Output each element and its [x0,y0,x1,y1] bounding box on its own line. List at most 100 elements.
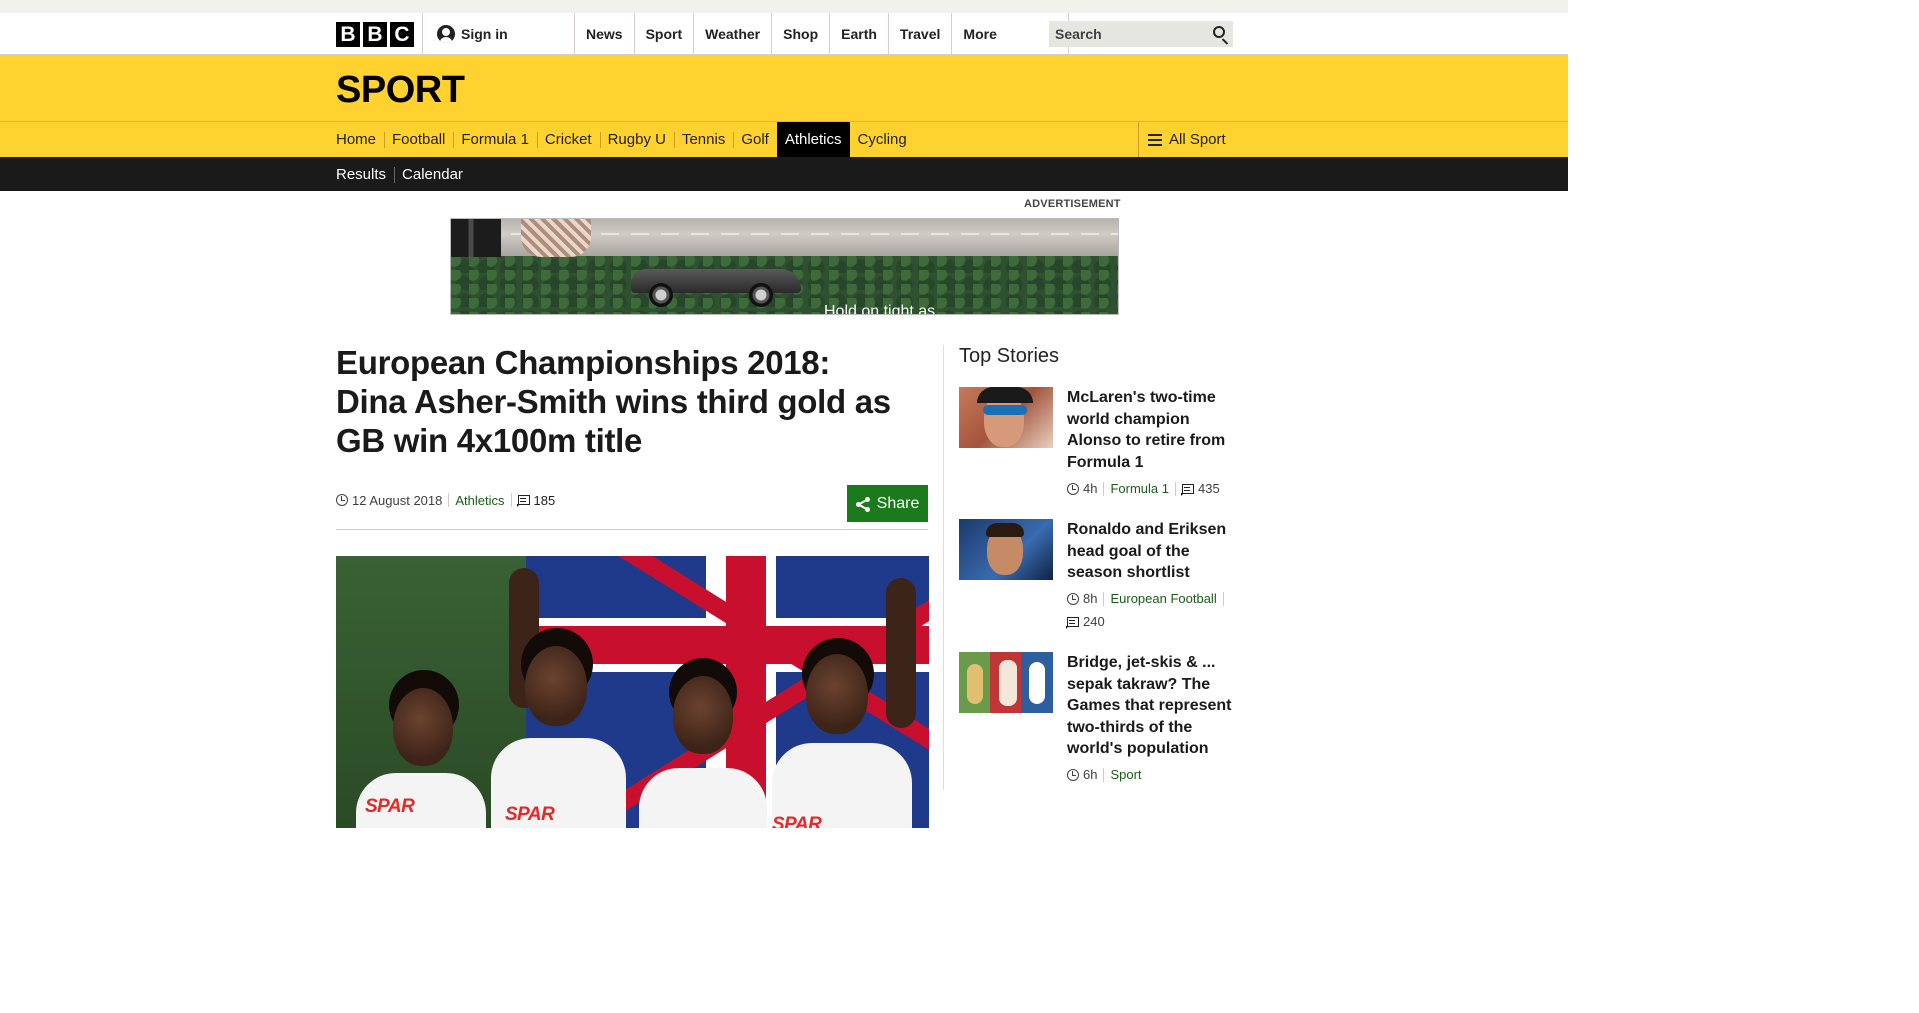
top-story-item[interactable]: Ronaldo and Eriksen head goal of the sea… [959,519,1233,634]
sign-in-label: Sign in [461,26,508,42]
sport-nav-golf[interactable]: Golf [733,122,777,157]
story-comment-count[interactable]: 240 [1083,614,1105,629]
advertisement-label: ADVERTISEMENT [1024,198,1121,210]
meta-divider [1222,591,1224,606]
top-story-item[interactable]: Bridge, jet-skis & ... sepak takraw? The… [959,652,1233,792]
menu-icon [1148,133,1162,146]
nav-earth[interactable]: Earth [829,13,888,55]
search-placeholder: Search [1055,26,1102,42]
kit-sponsor-text: SPAR [505,804,555,825]
ad-car-graphic [631,251,801,307]
comments-icon [1066,616,1079,629]
athlete-figure: SPAR [766,578,926,828]
sport-header: SPORT [0,55,1568,122]
meta-divider [448,493,450,507]
nav-news[interactable]: News [574,13,634,55]
bbc-logo[interactable]: B B C [336,22,414,47]
story-topic-link[interactable]: Formula 1 [1110,481,1169,496]
browser-top-strip [0,0,1568,13]
athlete-figure: SPAR [351,618,491,828]
sign-in-link[interactable]: Sign in [422,13,574,55]
top-story-item[interactable]: McLaren's two-time world champion Alonso… [959,387,1233,507]
kit-sponsor-text: SPAR [365,796,415,817]
story-topic-link[interactable]: Sport [1110,767,1141,782]
meta-divider [1175,481,1176,496]
story-comment-count[interactable]: 435 [1198,481,1220,496]
story-title[interactable]: McLaren's two-time world champion Alonso… [1067,387,1235,473]
ad-pedestrian-skirt-graphic [521,219,591,257]
story-thumbnail[interactable] [959,519,1053,580]
clock-icon [1067,592,1079,605]
top-stories-heading: Top Stories [959,345,1060,367]
story-thumbnail[interactable] [959,652,1053,713]
nav-travel[interactable]: Travel [887,13,951,55]
story-time: 4h [1083,481,1098,496]
meta-divider [1103,591,1105,606]
story-meta: 4h Formula 1 435 [1067,481,1235,496]
sport-title[interactable]: SPORT [336,69,465,112]
nav-weather[interactable]: Weather [693,13,771,55]
search-input[interactable]: Search [1049,21,1233,47]
sport-nav-tennis[interactable]: Tennis [673,122,733,157]
article-meta: 12 August 2018 Athletics 185 [336,491,555,509]
global-navigation: B B C Sign in News Sport Weather Shop Ea… [0,13,1568,55]
article-divider [336,529,928,530]
clock-icon [1067,768,1079,781]
article-hero-image: SPAR SPAR SPAR [336,556,929,828]
meta-divider [510,493,512,507]
article-topic-link[interactable]: Athletics [455,493,504,508]
comments-icon [1181,483,1194,496]
article-date: 12 August 2018 [352,492,443,508]
nav-more-label: More [963,26,997,42]
bbc-logo-letter: C [390,22,414,47]
advertisement-banner[interactable]: Hold on tight as [450,218,1119,315]
ad-pedestrian-graphic [451,219,501,257]
story-meta: 8h European Football 240 [1066,591,1235,629]
subnav-results[interactable]: Results [336,157,394,191]
share-icon [855,496,870,512]
kit-sponsor-text: SPAR [772,814,822,828]
athlete-figure [631,608,771,828]
car-wheel [749,283,773,307]
subnav-links: Results Calendar [336,157,471,191]
sport-nav-cycling[interactable]: Cycling [850,122,915,157]
share-label: Share [876,494,920,512]
athletics-subnavigation: Results Calendar [0,157,1568,191]
sport-nav-home[interactable]: Home [336,122,384,157]
sport-nav-football[interactable]: Football [384,122,453,157]
sport-navigation: Home Football Formula 1 Cricket Rugby U … [0,122,1568,157]
nav-sport[interactable]: Sport [633,13,694,55]
comments-icon [516,495,530,507]
nav-shop[interactable]: Shop [771,13,829,55]
car-wheel [649,283,673,307]
article-headline: European Championships 2018: Dina Asher-… [336,344,891,459]
athlete-figure: SPAR [481,568,631,828]
story-time: 6h [1083,767,1098,782]
meta-divider [1103,481,1105,496]
bbc-logo-letter: B [363,22,387,47]
share-button[interactable]: Share [847,485,928,522]
ad-tagline: Hold on tight as [824,303,936,315]
sport-nav-formula-1[interactable]: Formula 1 [453,122,537,157]
clock-icon [336,494,348,506]
story-title[interactable]: Ronaldo and Eriksen head goal of the sea… [1067,519,1235,584]
sport-nav-cricket[interactable]: Cricket [536,122,600,157]
sport-nav-athletics[interactable]: Athletics [776,122,850,157]
sport-nav-rugby-union[interactable]: Rugby U [599,122,674,157]
story-meta: 6h Sport [1067,767,1235,782]
subnav-calendar[interactable]: Calendar [394,157,471,191]
sport-nav-links: Home Football Formula 1 Cricket Rugby U … [336,122,915,157]
all-sport-menu-button[interactable]: All Sport [1138,122,1233,157]
search-icon[interactable] [1213,26,1225,38]
story-topic-link[interactable]: European Football [1110,591,1216,606]
all-sport-label: All Sport [1169,131,1226,148]
clock-icon [1067,482,1079,495]
global-nav-links: News Sport Weather Shop Earth Travel Mor… [574,13,1070,55]
account-icon [437,25,455,43]
article-comment-count[interactable]: 185 [534,493,556,508]
story-title[interactable]: Bridge, jet-skis & ... sepak takraw? The… [1067,652,1235,760]
story-time: 8h [1083,591,1098,606]
sidebar-divider [943,345,944,790]
story-thumbnail[interactable] [959,387,1053,448]
bbc-logo-letter: B [336,22,360,47]
